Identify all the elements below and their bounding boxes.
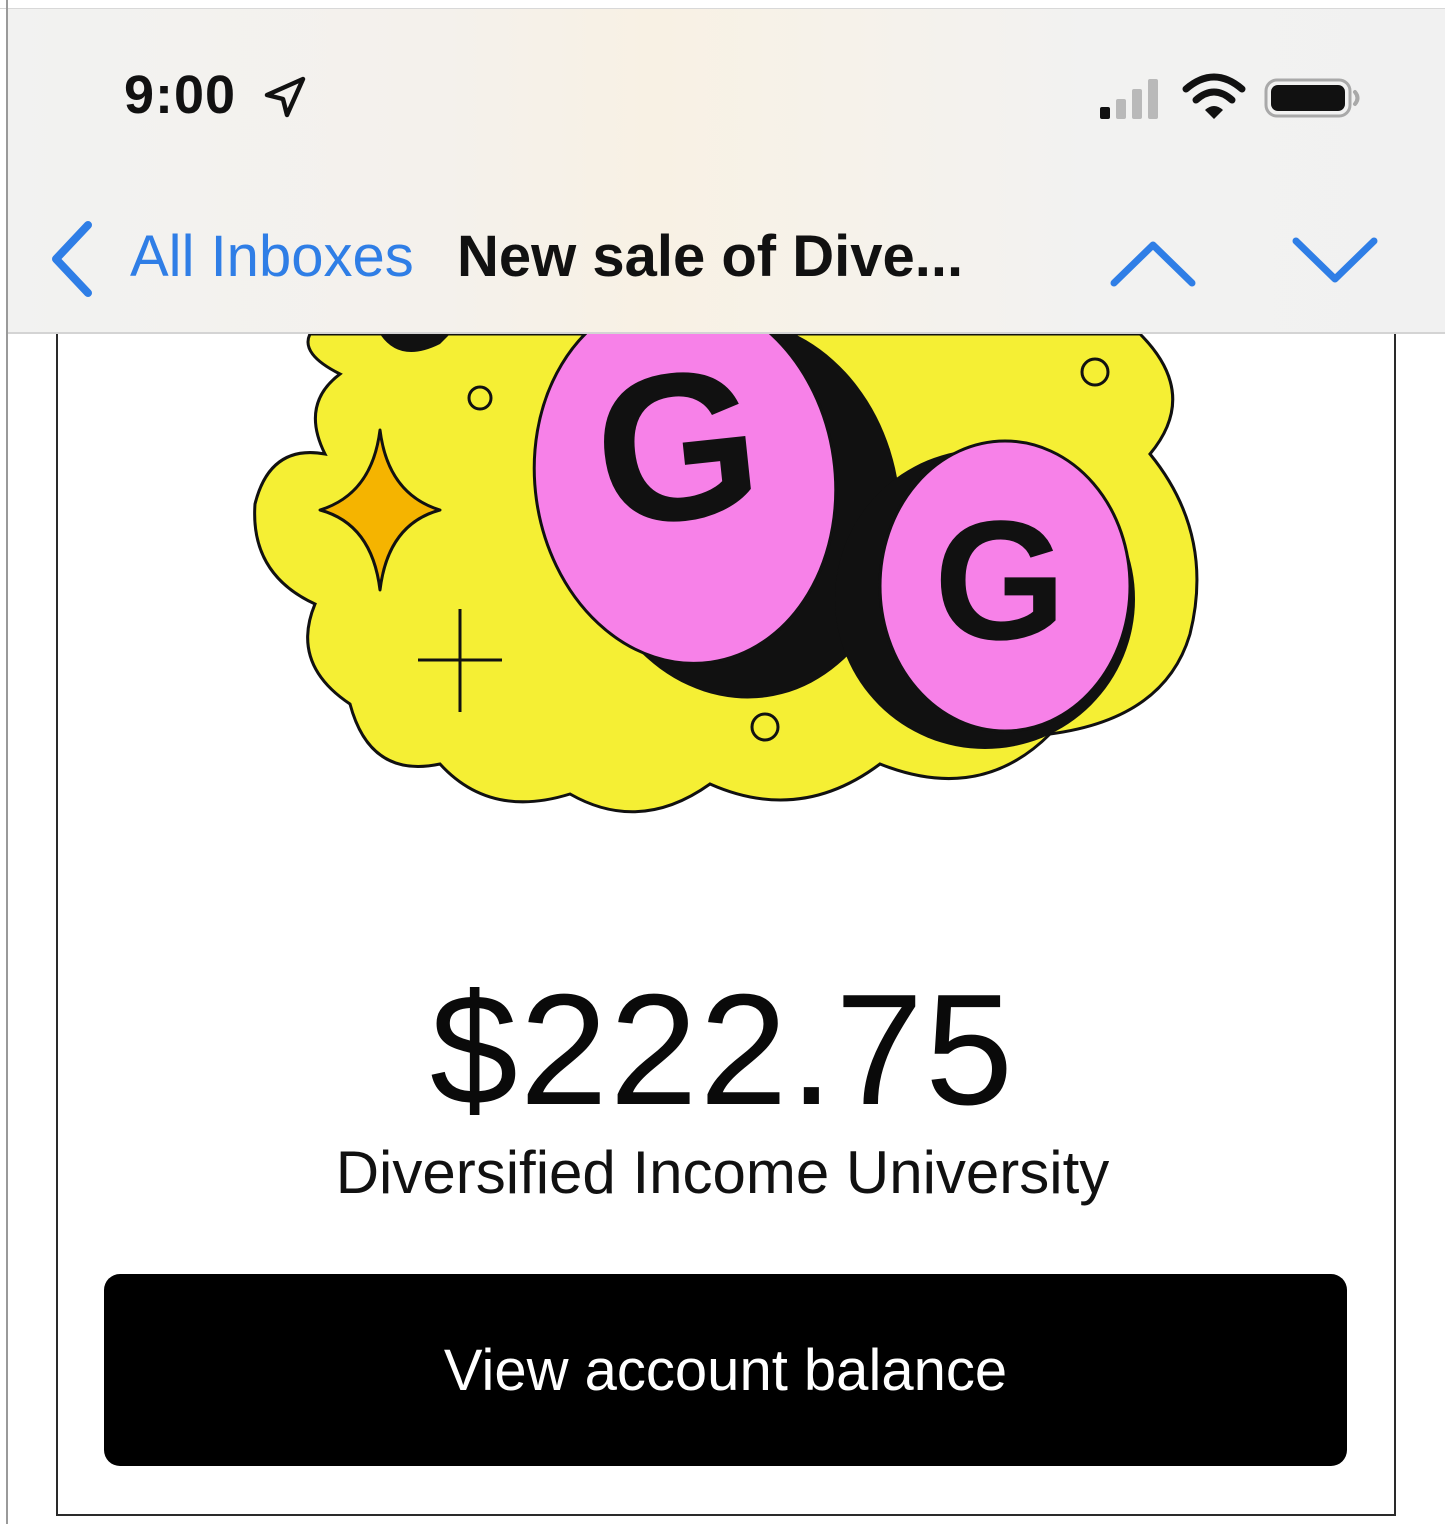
chevron-down-icon[interactable] (1290, 231, 1380, 291)
sale-amount: $222.75 (429, 962, 1016, 1138)
back-to-all-inboxes[interactable]: All Inboxes (130, 223, 414, 290)
wifi-icon (1182, 73, 1246, 119)
status-time: 9:00 (124, 65, 237, 125)
gg-sticker-illustration: G G (253, 334, 1199, 814)
svg-text:G: G (584, 334, 771, 572)
location-arrow-icon (264, 76, 306, 118)
chevron-up-icon[interactable] (1108, 231, 1198, 291)
email-subject-title: New sale of Dive... (457, 224, 964, 289)
view-account-balance-button[interactable]: View account balance (104, 1274, 1347, 1466)
cellular-signal-icon (1100, 79, 1158, 119)
mail-header: 9:00 All Inboxes New sale of Dive... (8, 9, 1445, 334)
battery-icon (1264, 78, 1360, 118)
chevron-left-icon[interactable] (48, 219, 98, 299)
svg-text:G: G (934, 486, 1066, 676)
product-name: Diversified Income University (335, 1139, 1110, 1206)
